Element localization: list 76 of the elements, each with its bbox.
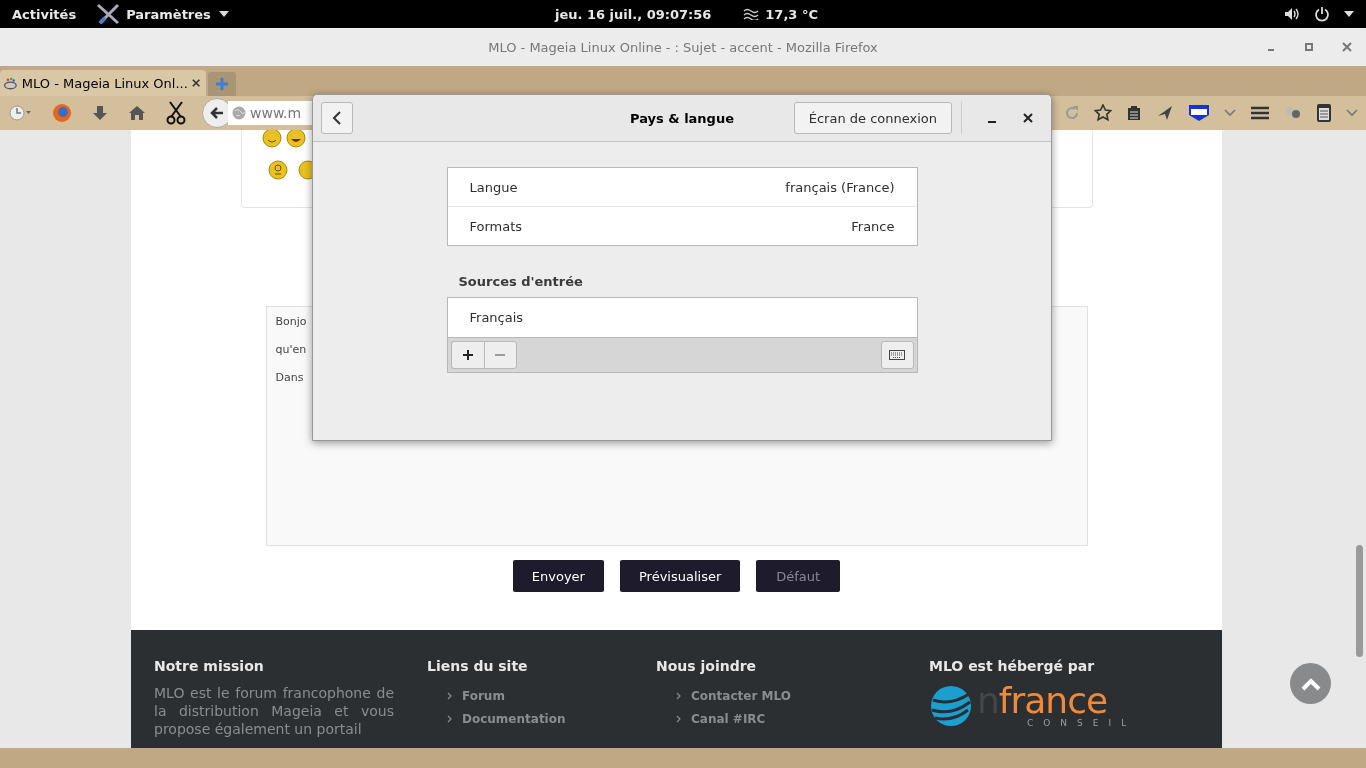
footer-heading: MLO est hébergé par bbox=[929, 658, 1096, 674]
plus-icon bbox=[461, 349, 474, 361]
chevron-right-icon bbox=[676, 691, 681, 700]
scissors-icon[interactable] bbox=[166, 101, 186, 125]
footer-heading: Notre mission bbox=[154, 658, 265, 674]
keyboard-button[interactable] bbox=[880, 341, 914, 369]
app-menu[interactable]: Paramètres bbox=[96, 3, 229, 25]
caret-icon[interactable] bbox=[1344, 11, 1354, 17]
window-title: MLO - Mageia Linux Online - : Sujet - accent - Mozilla Firefox bbox=[488, 39, 878, 55]
scrollbar-thumb[interactable] bbox=[1356, 545, 1363, 657]
settings-row[interactable]: Formats France bbox=[447, 207, 917, 245]
chevron-up-icon bbox=[1300, 676, 1321, 691]
star-icon[interactable] bbox=[1094, 104, 1112, 122]
clock[interactable]: jeu. 16 juil., 09:07:56 bbox=[555, 6, 712, 22]
globe-icon bbox=[232, 106, 246, 120]
message-text-line: Bonjo bbox=[275, 315, 307, 330]
footer-link[interactable]: Canal #IRC bbox=[691, 711, 766, 726]
scroll-top-button[interactable] bbox=[1290, 663, 1331, 704]
back-arrow-icon bbox=[209, 105, 225, 121]
host-logo[interactable]: nfrance CONSEIL bbox=[929, 684, 1222, 728]
paper-plane-icon[interactable] bbox=[1156, 104, 1174, 122]
volume-icon[interactable] bbox=[1284, 7, 1300, 21]
power-icon[interactable] bbox=[1314, 6, 1330, 22]
smiley-icon[interactable] bbox=[267, 160, 288, 180]
url-text: www.m bbox=[250, 105, 302, 121]
footer-paragraph: MLO est le forum francophone de la distribution Mageia et vous propose également un portail bbox=[154, 684, 394, 738]
dialog-title: Pays & langue bbox=[630, 110, 734, 126]
back-button[interactable] bbox=[321, 102, 353, 134]
footer-heading: Liens du site bbox=[427, 658, 529, 674]
footer-link[interactable]: Contacter MLO bbox=[691, 688, 791, 703]
row-label: Formats bbox=[469, 218, 523, 234]
chevron-icon[interactable] bbox=[1224, 109, 1236, 117]
download-icon[interactable] bbox=[92, 105, 108, 121]
close-icon[interactable] bbox=[1022, 112, 1034, 124]
app-menu-label: Paramètres bbox=[126, 6, 211, 22]
chevron-right-icon bbox=[447, 691, 452, 700]
site-icon bbox=[3, 75, 18, 91]
form-button[interactable]: Prévisualiser bbox=[619, 560, 741, 592]
smiley-icon[interactable] bbox=[285, 130, 306, 148]
row-value: français (France) bbox=[785, 179, 895, 195]
chevron-right-icon bbox=[676, 714, 681, 723]
footer-link[interactable]: Forum bbox=[462, 688, 505, 703]
clipboard-icon[interactable] bbox=[1126, 105, 1142, 121]
history-icon[interactable] bbox=[8, 104, 32, 122]
login-screen-button[interactable]: Écran de connexion bbox=[793, 102, 952, 134]
section-heading: Sources d'entrée bbox=[457, 274, 584, 289]
dots-icon[interactable] bbox=[1284, 106, 1302, 120]
keyboard-icon bbox=[889, 350, 905, 360]
row-value: France bbox=[851, 218, 895, 234]
form-button[interactable]: Envoyer bbox=[512, 560, 604, 592]
message-text-line: qu'en bbox=[275, 343, 307, 358]
chevron-left-icon bbox=[332, 111, 342, 125]
home-icon[interactable] bbox=[128, 105, 146, 121]
sphere-icon bbox=[929, 684, 973, 728]
caret-icon bbox=[218, 11, 229, 17]
weather-indicator[interactable]: 17,3 °C bbox=[743, 6, 818, 22]
message-text-line: Dans bbox=[275, 371, 304, 386]
chevron-right-icon bbox=[447, 714, 452, 723]
settings-row[interactable]: Langue français (France) bbox=[447, 168, 917, 207]
waves-icon bbox=[743, 8, 760, 20]
row-label: Français bbox=[469, 310, 524, 325]
footer-heading: Nous joindre bbox=[656, 658, 758, 674]
chevron-icon[interactable] bbox=[1346, 109, 1358, 117]
tab-title: MLO - Mageia Linux Onl... bbox=[21, 75, 188, 91]
row-label: Langue bbox=[469, 179, 518, 195]
notepad-icon[interactable] bbox=[1316, 103, 1332, 123]
activities-button[interactable]: Activités bbox=[12, 6, 77, 22]
browser-tab[interactable]: MLO - Mageia Linux Onl... bbox=[0, 70, 206, 96]
add-button[interactable] bbox=[450, 341, 484, 369]
close-icon[interactable] bbox=[191, 78, 200, 88]
plus-icon bbox=[215, 77, 229, 91]
menu-icon[interactable] bbox=[1250, 105, 1270, 121]
shield-icon[interactable] bbox=[1188, 104, 1210, 122]
footer-link[interactable]: Documentation bbox=[462, 711, 566, 726]
maximize-icon[interactable] bbox=[1304, 42, 1314, 52]
browser-logo-icon[interactable] bbox=[52, 103, 72, 123]
